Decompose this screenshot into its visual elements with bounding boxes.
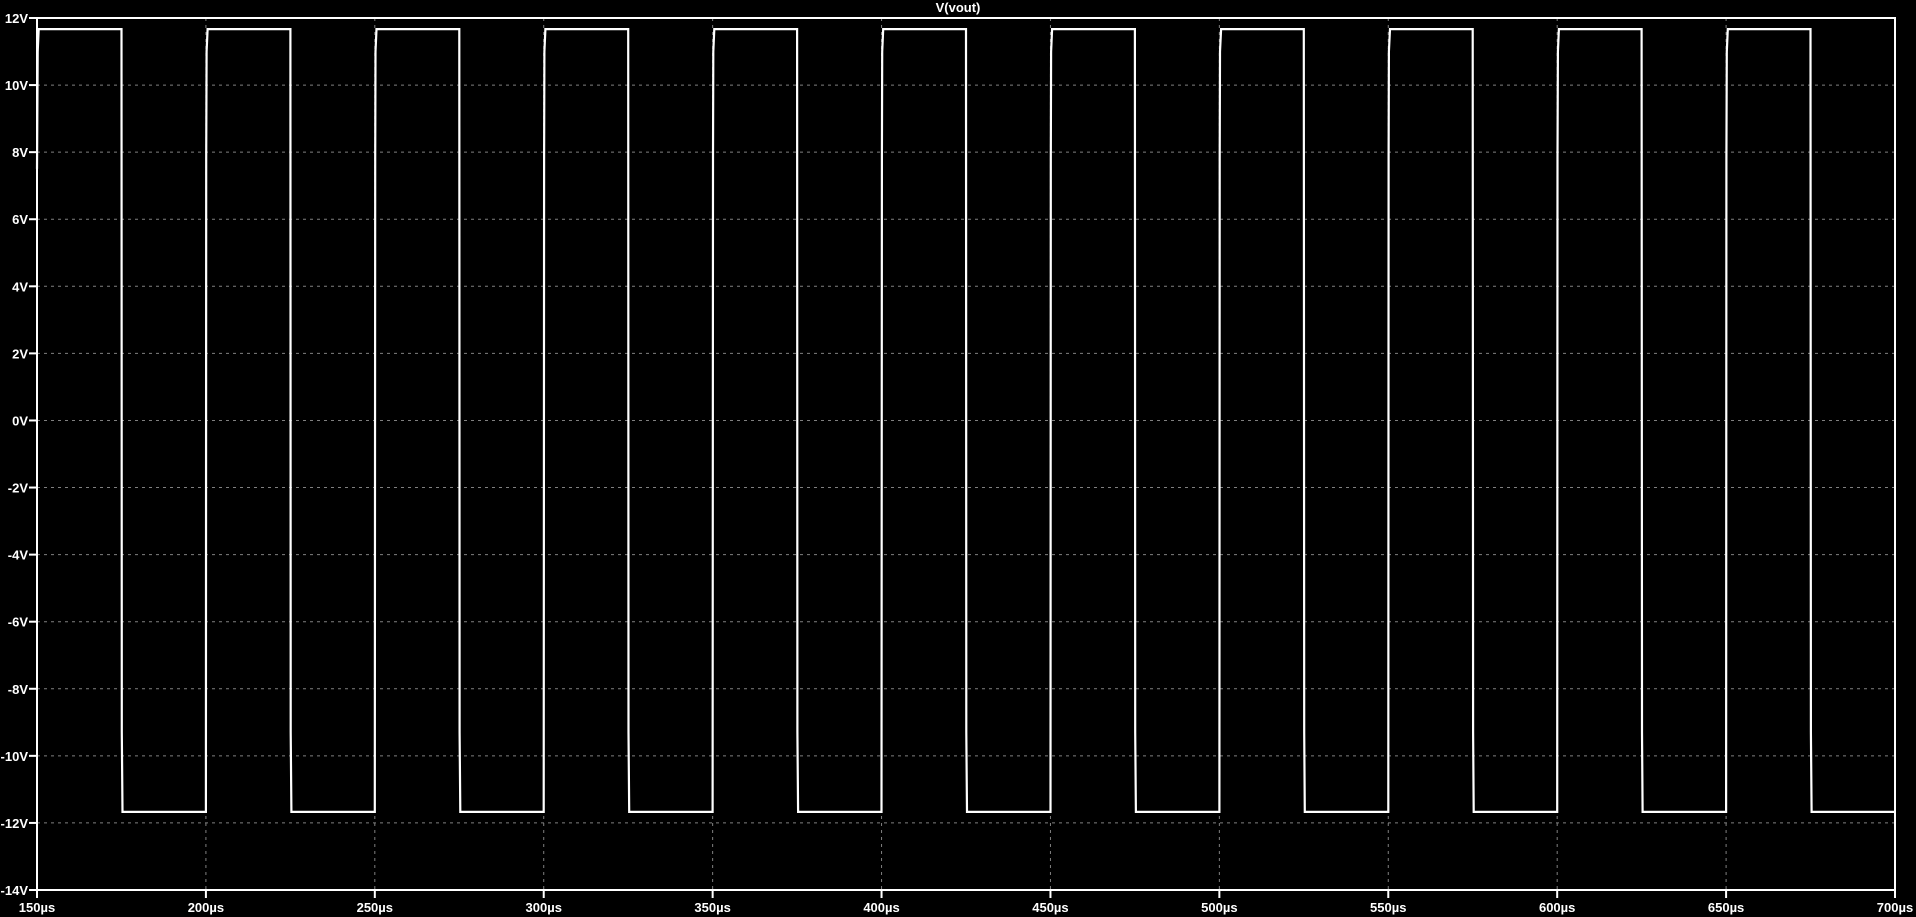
y-tick-label: 12V <box>5 11 28 26</box>
chart-title: V(vout) <box>936 0 981 15</box>
y-tick-label: 0V <box>12 413 28 428</box>
x-tick-label: 500µs <box>1201 900 1237 915</box>
x-tick-label: 400µs <box>863 900 899 915</box>
y-tick-label: 8V <box>12 145 28 160</box>
x-tick-label: 300µs <box>526 900 562 915</box>
x-tick-label: 200µs <box>188 900 224 915</box>
x-axis: 150µs 200µs 250µs 300µs 350µs 400µs 450µs 500µs… <box>19 890 1913 915</box>
x-tick-label: 600µs <box>1539 900 1575 915</box>
y-tick-label: -6V <box>8 615 29 630</box>
y-tick-label: -8V <box>8 682 29 697</box>
x-tick-label: 700µs <box>1877 900 1913 915</box>
y-tick-label: -12V <box>1 816 29 831</box>
x-tick-label: 450µs <box>1032 900 1068 915</box>
x-tick-label: 150µs <box>19 900 55 915</box>
y-tick-label: 2V <box>12 346 28 361</box>
x-tick-label: 550µs <box>1370 900 1406 915</box>
x-tick-label: 250µs <box>357 900 393 915</box>
waveform-plot[interactable]: V(vout) 12V 10V 8V 6V 4V 2V 0V -2V -4V -6V -8V -10V… <box>0 0 1916 917</box>
y-tick-label: 10V <box>5 78 28 93</box>
y-tick-label: -4V <box>8 548 29 563</box>
y-tick-label: 6V <box>12 212 28 227</box>
y-tick-label: -2V <box>8 481 29 496</box>
y-axis: 12V 10V 8V 6V 4V 2V 0V -2V -4V -6V -8V -10V -12V -14V <box>1 11 37 898</box>
series-line-vout[interactable] <box>35 28 1895 813</box>
x-tick-label: 650µs <box>1708 900 1744 915</box>
y-tick-label: -10V <box>1 749 29 764</box>
y-tick-label: -14V <box>1 883 29 898</box>
x-tick-label: 350µs <box>694 900 730 915</box>
y-tick-label: 4V <box>12 279 28 294</box>
